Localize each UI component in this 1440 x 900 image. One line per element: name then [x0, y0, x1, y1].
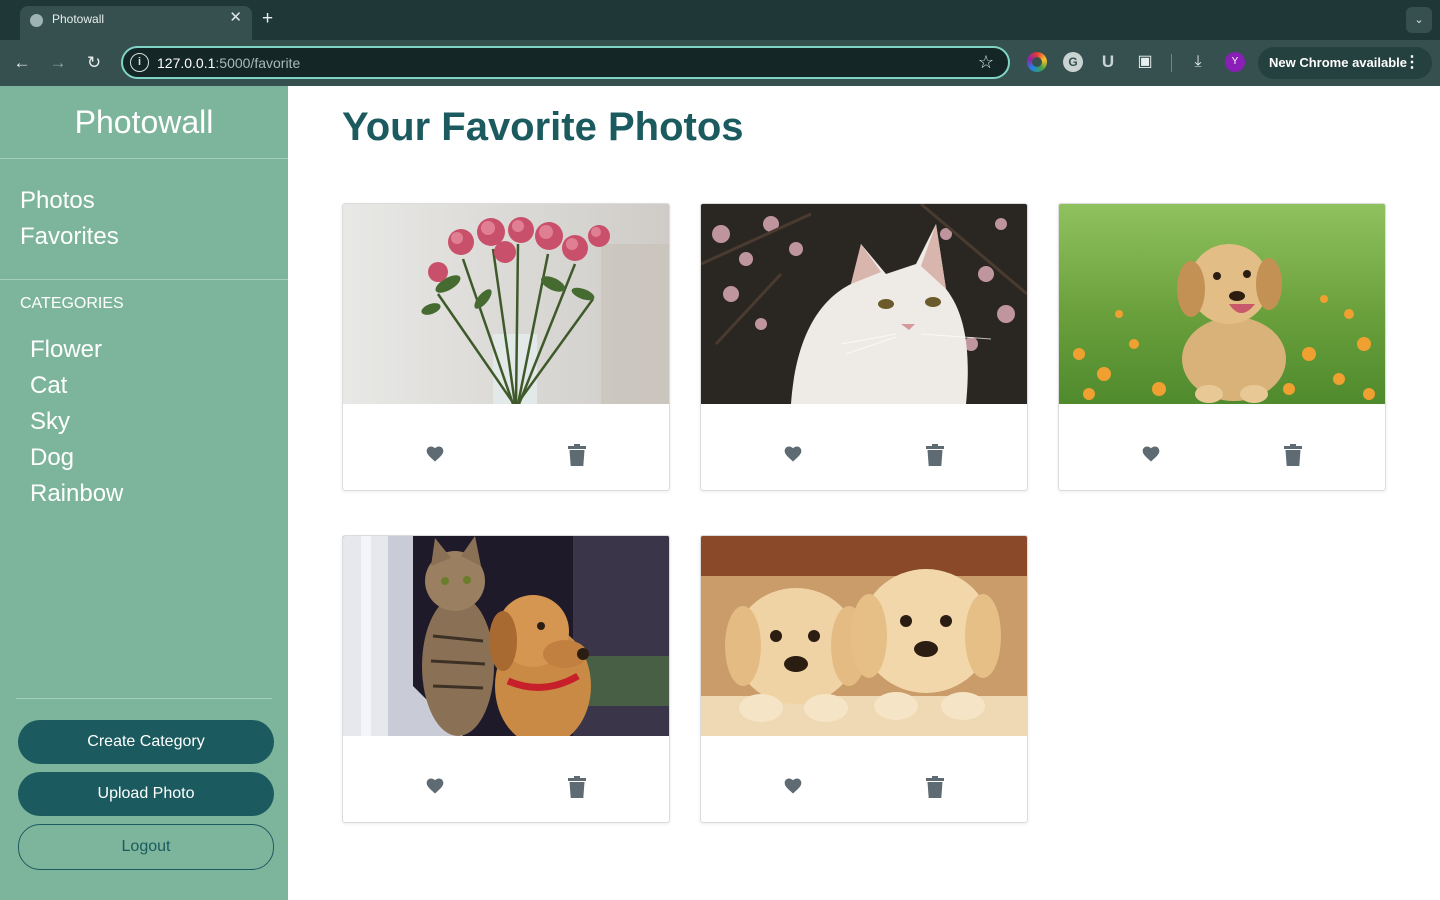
- photo-cat-and-dog[interactable]: [343, 536, 669, 736]
- close-tab-icon[interactable]: ✕: [229, 10, 242, 26]
- photo-card: [1058, 203, 1386, 491]
- photo-two-puppies[interactable]: [701, 536, 1027, 736]
- bookmark-star-icon[interactable]: ☆: [978, 52, 994, 73]
- nav-link-favorites[interactable]: Favorites: [20, 223, 119, 251]
- category-item-rainbow[interactable]: Rainbow: [30, 480, 123, 508]
- u-extension-icon[interactable]: U: [1098, 52, 1118, 72]
- divider: [0, 279, 288, 280]
- white-cat-image: [701, 204, 1027, 404]
- profile-avatar[interactable]: Y: [1225, 52, 1245, 72]
- tab-title: Photowall: [52, 12, 105, 26]
- forward-arrow-icon[interactable]: →: [45, 50, 71, 76]
- category-item-sky[interactable]: Sky: [30, 408, 70, 436]
- heart-icon[interactable]: [1141, 444, 1161, 464]
- trash-icon[interactable]: [926, 776, 944, 798]
- address-bar[interactable]: i 127.0.0.1:5000/favorite ☆: [121, 46, 1010, 79]
- logout-button[interactable]: Logout: [18, 824, 274, 870]
- trash-icon[interactable]: [1284, 444, 1302, 466]
- heart-icon[interactable]: [425, 776, 445, 796]
- photo-puppy-flowers[interactable]: [1059, 204, 1385, 404]
- divider: [0, 158, 288, 159]
- card-actions: [343, 736, 669, 822]
- create-category-button[interactable]: Create Category: [18, 720, 274, 764]
- new-tab-button[interactable]: +: [262, 9, 273, 29]
- trash-icon[interactable]: [568, 776, 586, 798]
- card-actions: [701, 736, 1027, 822]
- photo-card: [700, 203, 1028, 491]
- browser-tab[interactable]: Photowall ✕: [20, 6, 252, 40]
- heart-icon[interactable]: [783, 444, 803, 464]
- two-puppies-image: [701, 536, 1027, 736]
- url-host: 127.0.0.1: [157, 55, 216, 71]
- puppy-flowers-image: [1059, 204, 1385, 404]
- back-arrow-icon[interactable]: ←: [9, 50, 35, 76]
- trash-icon[interactable]: [568, 444, 586, 466]
- site-info-icon[interactable]: i: [130, 53, 149, 72]
- card-actions: [1059, 404, 1385, 490]
- card-actions: [343, 404, 669, 490]
- photo-card: [342, 535, 670, 823]
- categories-heading: CATEGORIES: [20, 295, 124, 312]
- update-chrome-button[interactable]: New Chrome available ⋮: [1258, 47, 1432, 79]
- reload-icon[interactable]: ↻: [81, 50, 107, 76]
- browser-tab-strip: Photowall ✕ + ⌄: [0, 0, 1440, 40]
- photo-white-cat[interactable]: [701, 204, 1027, 404]
- photo-card: [700, 535, 1028, 823]
- toolbar-divider: [1171, 54, 1172, 72]
- photo-card: [342, 203, 670, 491]
- category-item-flower[interactable]: Flower: [30, 336, 102, 364]
- heart-icon[interactable]: [425, 444, 445, 464]
- more-menu-icon[interactable]: ⋮: [1404, 47, 1420, 79]
- roses-image: [343, 204, 669, 404]
- brand-logo[interactable]: Photowall: [0, 104, 288, 141]
- tab-search-chevron-icon[interactable]: ⌄: [1406, 7, 1432, 33]
- url-path: :5000/favorite: [215, 55, 301, 71]
- puzzle-icon[interactable]: ▣: [1135, 52, 1155, 72]
- nav-link-photos[interactable]: Photos: [20, 187, 95, 215]
- color-picker-icon[interactable]: [1027, 52, 1047, 72]
- grammarly-icon[interactable]: G: [1063, 52, 1083, 72]
- heart-icon[interactable]: [783, 776, 803, 796]
- photo-roses[interactable]: [343, 204, 669, 404]
- page-title: Your Favorite Photos: [342, 105, 744, 149]
- cat-and-dog-image: [343, 536, 669, 736]
- category-item-cat[interactable]: Cat: [30, 372, 67, 400]
- card-actions: [701, 404, 1027, 490]
- download-icon[interactable]: ⤓: [1188, 52, 1208, 72]
- sidebar: Photowall Photos Favorites CATEGORIES Fl…: [0, 86, 288, 900]
- update-label: New Chrome available: [1269, 55, 1407, 70]
- divider: [16, 698, 272, 699]
- url-text[interactable]: 127.0.0.1:5000/favorite: [157, 55, 300, 71]
- globe-icon: [30, 14, 43, 27]
- upload-photo-button[interactable]: Upload Photo: [18, 772, 274, 816]
- trash-icon[interactable]: [926, 444, 944, 466]
- browser-toolbar: ← → ↻ i 127.0.0.1:5000/favorite ☆ G U ▣ …: [0, 40, 1440, 86]
- category-item-dog[interactable]: Dog: [30, 444, 74, 472]
